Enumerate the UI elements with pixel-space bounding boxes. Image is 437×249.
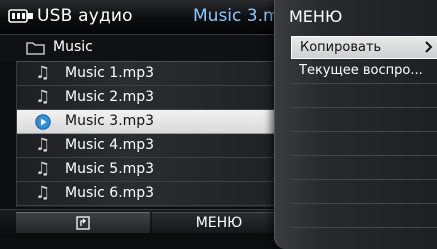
usb-drive-icon xyxy=(8,9,33,23)
file-name: Music 5.mp3 xyxy=(65,161,155,177)
menu-item-copy[interactable]: Копировать xyxy=(291,36,437,59)
file-name: Music 2.mp3 xyxy=(65,89,155,105)
popup-menu-list: Копировать Текущее воспро... xyxy=(291,36,437,241)
menu-item-empty xyxy=(291,156,437,180)
menu-item-empty xyxy=(291,132,437,156)
menu-button-label: МЕНЮ xyxy=(195,215,243,231)
menu-button[interactable]: МЕНЮ xyxy=(152,212,286,233)
file-name: Music 4.mp3 xyxy=(65,137,155,153)
file-row[interactable]: ♫ Music 6.mp3 xyxy=(17,182,287,206)
folder-up-button[interactable] xyxy=(16,212,150,233)
file-name: Music 3.mp3 xyxy=(65,113,155,129)
folder-up-icon xyxy=(76,216,90,230)
file-name: Music 6.mp3 xyxy=(65,185,155,201)
popup-menu: МЕНЮ Копировать Текущее воспро... xyxy=(274,0,437,249)
file-row[interactable]: ♫ Music 1.mp3 xyxy=(17,62,287,86)
menu-item-label: Копировать xyxy=(300,40,382,55)
folder-name: Music xyxy=(53,39,93,55)
file-list: ♫ Music 1.mp3 ♫ Music 2.mp3 Music 3.mp3 … xyxy=(16,61,287,207)
play-circle-icon xyxy=(35,114,51,130)
menu-item-empty xyxy=(291,180,437,204)
menu-item-label: Текущее воспро... xyxy=(299,63,423,78)
chevron-right-icon xyxy=(425,41,433,53)
file-name: Music 1.mp3 xyxy=(65,65,155,81)
popup-menu-title: МЕНЮ xyxy=(289,7,343,26)
file-row[interactable]: ♫ Music 2.mp3 xyxy=(17,86,287,110)
menu-item-empty xyxy=(291,84,437,108)
music-note-icon: ♫ xyxy=(35,135,51,155)
usb-audio-screen: USB аудио Music 3.mp3 Music ♫ Music 1.mp… xyxy=(0,0,437,249)
file-row[interactable]: ♫ Music 5.mp3 xyxy=(17,158,287,182)
menu-item-empty xyxy=(291,204,437,228)
file-row-selected[interactable]: Music 3.mp3 xyxy=(17,110,287,134)
menu-item-empty xyxy=(291,108,437,132)
music-note-icon: ♫ xyxy=(35,159,51,179)
music-note-icon: ♫ xyxy=(35,87,51,107)
source-label: USB аудио xyxy=(37,6,133,26)
file-row[interactable]: ♫ Music 4.mp3 xyxy=(17,134,287,158)
folder-icon xyxy=(26,42,45,55)
music-note-icon: ♫ xyxy=(35,183,51,203)
menu-item-now-playing[interactable]: Текущее воспро... xyxy=(291,60,437,84)
music-note-icon: ♫ xyxy=(35,63,51,83)
